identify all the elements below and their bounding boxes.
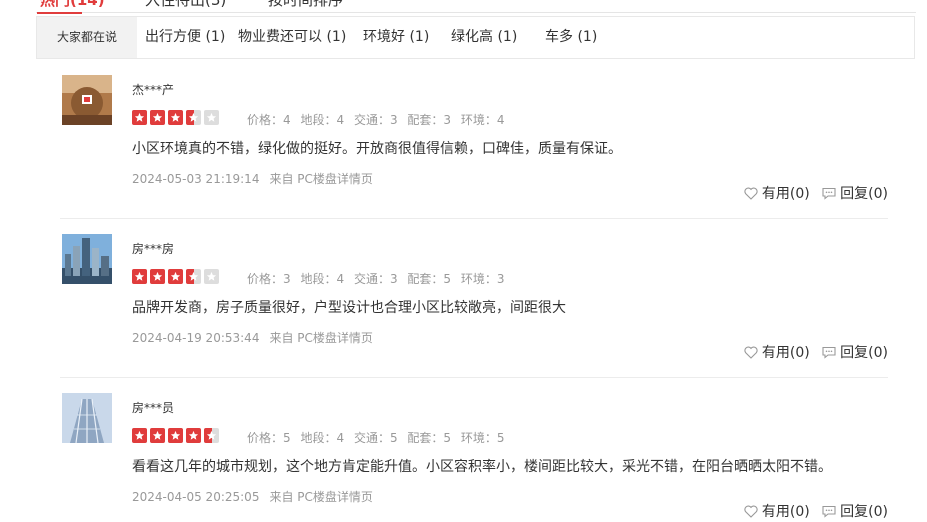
star-icon [132, 269, 147, 284]
star-icon [132, 110, 147, 125]
score-traffic: 交通：3 [353, 272, 398, 286]
avatar[interactable] [62, 234, 112, 284]
score-environment: 环境：5 [460, 431, 505, 445]
star-icon [186, 428, 201, 443]
comment-actions: 有用(0) 回复(0) [736, 342, 888, 362]
score-traffic: 交通：3 [353, 113, 398, 127]
score-price: 价格：4 [247, 113, 291, 127]
useful-button[interactable]: 有用(0) [744, 183, 810, 203]
reply-button[interactable]: 回复(0) [822, 501, 888, 521]
useful-count: 有用(0) [761, 345, 810, 361]
comment-text: 看看这几年的城市规划，这个地方肯定能升值。小区容积率小，楼间距比较大，采光不错，… [132, 459, 832, 475]
comment-divider [60, 218, 888, 219]
score-breakdown: 价格：3 地段：4 交通：3 配套：5 环境：3 [247, 270, 511, 287]
tag-good-environment[interactable]: 环境好 (1) [363, 17, 429, 58]
comment-bubble-icon [822, 187, 836, 200]
comment-meta: 2024-04-05 20:25:05 来自 PC楼盘详情页 [132, 488, 373, 505]
comment-text: 品牌开发商，房子质量很好，户型设计也合理小区比较敞亮，间距很大 [132, 300, 566, 316]
avatar[interactable] [62, 393, 112, 443]
tag-many-cars[interactable]: 车多 (1) [545, 17, 597, 58]
comment-meta: 2024-05-03 21:19:14 来自 PC楼盘详情页 [132, 170, 373, 187]
star-icon [186, 110, 201, 125]
score-location: 地段：4 [300, 113, 345, 127]
score-price: 价格：5 [247, 431, 291, 445]
heart-icon [744, 187, 758, 200]
active-tab-underline [37, 12, 82, 14]
comment-item: 杰***产 价格：4 地段：4 交通：3 配套：3 环境：4 小区环境真的不错，… [60, 75, 888, 219]
comment-bubble-icon [822, 505, 836, 518]
star-icon [132, 428, 147, 443]
comment-item: 房***房 价格：3 地段：4 交通：3 配套：5 环境：3 品牌开发商，房子质… [60, 234, 888, 378]
reply-button[interactable]: 回复(0) [822, 342, 888, 362]
comment-time: 2024-04-19 20:53:44 [132, 331, 260, 345]
comment-bubble-icon [822, 346, 836, 359]
comment-actions: 有用(0) 回复(0) [736, 183, 888, 203]
star-icon [204, 269, 219, 284]
star-icon [168, 110, 183, 125]
star-icon [150, 110, 165, 125]
star-icon [168, 428, 183, 443]
comment-time: 2024-04-05 20:25:05 [132, 490, 260, 504]
score-environment: 环境：4 [460, 113, 505, 127]
score-facilities: 配套：5 [407, 431, 452, 445]
score-breakdown: 价格：4 地段：4 交通：3 配套：3 环境：4 [247, 111, 511, 128]
score-facilities: 配套：5 [407, 272, 452, 286]
user-name: 杰***产 [132, 83, 175, 97]
top-tabs: 热门(14) 入住待出(3) 按时间排序 [0, 0, 927, 14]
tab-by-time[interactable]: 按时间排序 [268, 0, 343, 8]
tag-property-fee[interactable]: 物业费还可以 (1) [238, 17, 346, 58]
useful-count: 有用(0) [761, 186, 810, 202]
tab-move-in[interactable]: 入住待出(3) [145, 0, 226, 8]
heart-icon [744, 505, 758, 518]
star-icon [150, 269, 165, 284]
star-icon [150, 428, 165, 443]
comment-source: 来自 PC楼盘详情页 [269, 490, 373, 504]
tag-high-greenery[interactable]: 绿化高 (1) [451, 17, 517, 58]
tag-convenient-travel[interactable]: 出行方便 (1) [145, 17, 225, 58]
star-icon [168, 269, 183, 284]
score-location: 地段：4 [300, 272, 345, 286]
tag-filter-bar: 大家都在说 出行方便 (1) 物业费还可以 (1) 环境好 (1) 绿化高 (1… [36, 16, 915, 59]
reply-count: 回复(0) [840, 186, 888, 202]
comment-actions: 有用(0) 回复(0) [736, 501, 888, 521]
star-icon [204, 428, 219, 443]
comment-meta: 2024-04-19 20:53:44 来自 PC楼盘详情页 [132, 329, 373, 346]
star-icon [186, 269, 201, 284]
useful-button[interactable]: 有用(0) [744, 501, 810, 521]
heart-icon [744, 346, 758, 359]
reply-button[interactable]: 回复(0) [822, 183, 888, 203]
useful-count: 有用(0) [761, 504, 810, 520]
reply-count: 回复(0) [840, 345, 888, 361]
comment-source: 来自 PC楼盘详情页 [269, 172, 373, 186]
score-price: 价格：3 [247, 272, 291, 286]
tabs-divider [36, 12, 916, 13]
score-facilities: 配套：3 [407, 113, 452, 127]
comment-item: 房***员 价格：5 地段：4 交通：5 配套：5 环境：5 看看这几年的城市规… [62, 393, 888, 520]
score-breakdown: 价格：5 地段：4 交通：5 配套：5 环境：5 [247, 429, 511, 446]
useful-button[interactable]: 有用(0) [744, 342, 810, 362]
comment-divider [60, 377, 888, 378]
score-traffic: 交通：5 [353, 431, 398, 445]
comment-time: 2024-05-03 21:19:14 [132, 172, 260, 186]
score-location: 地段：4 [300, 431, 345, 445]
score-environment: 环境：3 [460, 272, 505, 286]
user-name: 房***员 [132, 401, 175, 415]
comment-text: 小区环境真的不错，绿化做的挺好。开放商很值得信赖，口碑佳，质量有保证。 [132, 141, 622, 157]
avatar[interactable] [62, 75, 112, 125]
tag-filter-lead: 大家都在说 [37, 17, 137, 58]
comment-source: 来自 PC楼盘详情页 [269, 331, 373, 345]
user-name: 房***房 [132, 242, 175, 256]
tab-hot[interactable]: 热门(14) [40, 0, 105, 8]
star-icon [204, 110, 219, 125]
reply-count: 回复(0) [840, 504, 888, 520]
